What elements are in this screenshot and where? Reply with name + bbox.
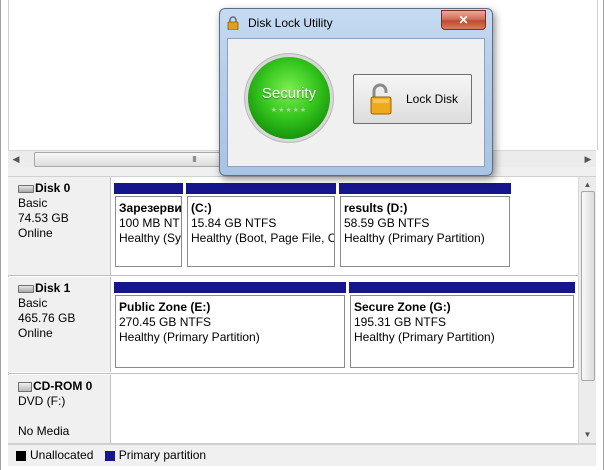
partition-size: 100 MB NT xyxy=(119,216,180,230)
dialog-title: Disk Lock Utility xyxy=(248,16,333,30)
disk-type: Basic xyxy=(18,296,48,310)
partition-g[interactable]: Secure Zone (G:) 195.31 GB NTFS Healthy … xyxy=(348,281,576,370)
disk-name: Disk 0 xyxy=(35,181,71,195)
disk-row-1: Disk 1 Basic 465.76 GB Online Public Zon… xyxy=(8,277,578,372)
partition-title: Secure Zone (G:) xyxy=(354,300,451,314)
legend-label: Primary partition xyxy=(118,448,207,462)
hard-disk-icon xyxy=(18,184,34,193)
partition-status: Healthy (Sy xyxy=(119,231,182,245)
partition-title: Public Zone (E:) xyxy=(119,300,211,314)
security-badge-label: Security xyxy=(261,85,317,102)
partition-color-bar xyxy=(338,182,512,195)
dialog-titlebar[interactable]: Disk Lock Utility ✕ xyxy=(220,9,492,37)
legend-bar: Unallocated Primary partition xyxy=(8,444,596,466)
partition-color-bar xyxy=(185,182,337,195)
close-icon: ✕ xyxy=(458,13,469,27)
partition-status: Healthy (Primary Partition) xyxy=(354,330,495,344)
partition-d[interactable]: results (D:) 58.59 GB NTFS Healthy (Prim… xyxy=(338,182,512,269)
partition-title: Зарезерви xyxy=(119,201,182,215)
hard-disk-icon xyxy=(18,284,34,293)
partition-e[interactable]: Public Zone (E:) 270.45 GB NTFS Healthy … xyxy=(113,281,347,370)
disk-0-label[interactable]: Disk 0 Basic 74.53 GB Online xyxy=(8,177,111,275)
partition-title: (C:) xyxy=(191,201,212,215)
partition-status: Healthy (Primary Partition) xyxy=(344,231,485,245)
primary-partition-swatch xyxy=(104,450,115,461)
close-button[interactable]: ✕ xyxy=(441,10,486,30)
disk-status: Online xyxy=(18,226,53,240)
disk-row-cdrom: CD-ROM 0 DVD (F:) No Media xyxy=(8,375,578,443)
unallocated-swatch xyxy=(16,450,26,461)
disk-status: No Media xyxy=(18,424,70,438)
disk-size: 74.53 GB xyxy=(18,211,69,225)
partition-size: 15.84 GB NTFS xyxy=(191,216,277,230)
vertical-scrollbar[interactable]: ▲ ▼ xyxy=(578,177,596,443)
disk-lock-dialog: Disk Lock Utility ✕ Security ★★★★★ Lock … xyxy=(219,8,493,176)
partition-reserved[interactable]: Зарезерви 100 MB NT Healthy (Sy xyxy=(113,182,184,269)
disk-name: CD-ROM 0 xyxy=(33,379,93,393)
partition-size: 195.31 GB NTFS xyxy=(354,315,447,329)
padlock-open-icon xyxy=(370,83,392,115)
security-badge: Security ★★★★★ xyxy=(248,57,330,139)
scroll-down-arrow-icon[interactable]: ▼ xyxy=(579,427,596,443)
partition-status: Healthy (Primary Partition) xyxy=(119,330,260,344)
disk-size: 465.76 GB xyxy=(18,311,76,325)
partition-color-bar xyxy=(113,281,347,294)
partition-size: 58.59 GB NTFS xyxy=(344,216,430,230)
stars-icon: ★★★★★ xyxy=(270,107,308,114)
partition-color-bar xyxy=(113,182,184,195)
partition-c[interactable]: (C:) 15.84 GB NTFS Healthy (Boot, Page F… xyxy=(185,182,337,269)
partition-status: Healthy (Boot, Page File, C xyxy=(191,231,335,245)
disk-type: Basic xyxy=(18,196,48,210)
disk-name: Disk 1 xyxy=(35,281,71,295)
partition-title: results (D:) xyxy=(344,201,408,215)
disk-1-label[interactable]: Disk 1 Basic 465.76 GB Online xyxy=(8,277,111,372)
row-divider xyxy=(8,373,578,374)
cdrom-0-label[interactable]: CD-ROM 0 DVD (F:) No Media xyxy=(8,375,111,443)
scroll-right-arrow-icon[interactable]: ▶ xyxy=(580,151,596,167)
legend-label: Unallocated xyxy=(30,448,94,462)
lock-disk-button-label: Lock Disk xyxy=(406,92,459,106)
cdrom-icon xyxy=(18,381,32,392)
scroll-grip-icon: III xyxy=(192,155,197,164)
partition-size: 270.45 GB NTFS xyxy=(119,315,212,329)
disk-type: DVD (F:) xyxy=(18,394,66,408)
lock-app-icon xyxy=(227,16,239,30)
lock-disk-button[interactable]: Lock Disk xyxy=(353,74,472,124)
disk-row-0: Disk 0 Basic 74.53 GB Online Зарезерви 1… xyxy=(8,177,578,275)
row-divider xyxy=(8,275,578,276)
dialog-client-area: Security ★★★★★ Lock Disk xyxy=(227,38,485,167)
disk-status: Online xyxy=(18,326,53,340)
scroll-left-arrow-icon[interactable]: ◀ xyxy=(8,151,24,167)
vertical-scroll-thumb[interactable] xyxy=(581,191,595,381)
partition-color-bar xyxy=(348,281,576,294)
